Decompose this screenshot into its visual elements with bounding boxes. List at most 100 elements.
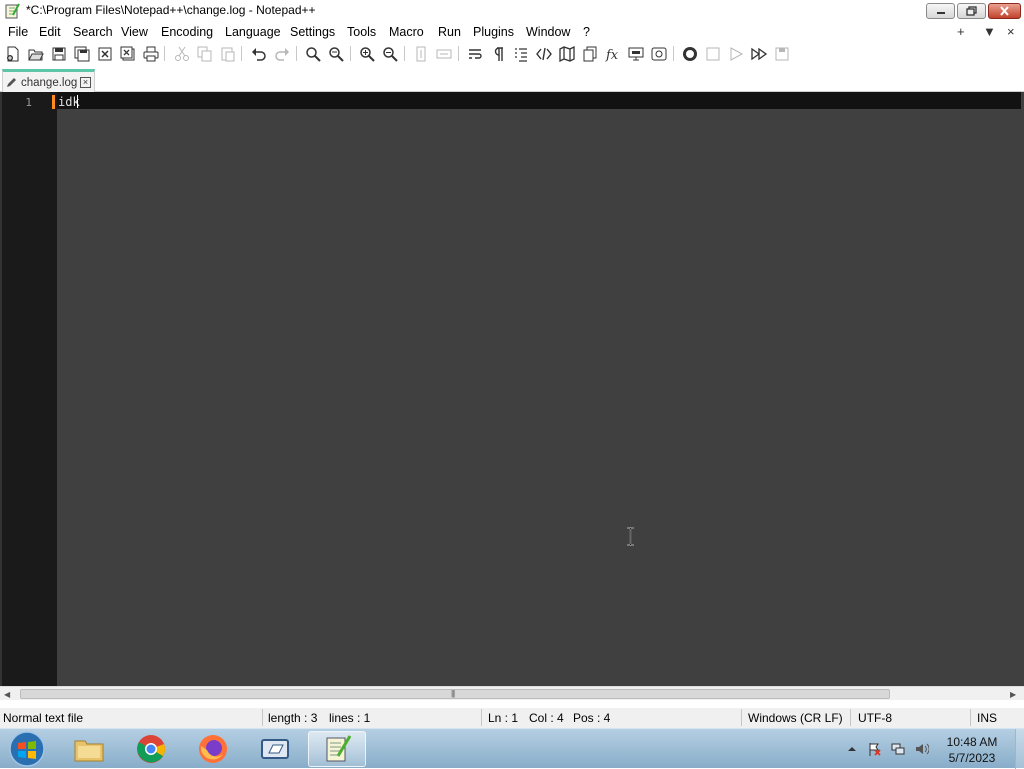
show-all-chars-icon[interactable] bbox=[489, 45, 506, 62]
toolbar-separator bbox=[350, 46, 351, 61]
zoom-out-icon[interactable] bbox=[381, 45, 398, 62]
restore-button[interactable] bbox=[957, 3, 986, 19]
status-insert-mode[interactable]: INS bbox=[977, 711, 997, 725]
status-pos: Pos : 4 bbox=[573, 711, 611, 725]
menu-view[interactable]: View bbox=[121, 25, 148, 39]
undo-icon[interactable] bbox=[250, 45, 267, 62]
menu-macro[interactable]: Macro bbox=[389, 25, 424, 39]
notepad-plus-plus-icon bbox=[326, 735, 352, 762]
cut-icon[interactable] bbox=[173, 45, 190, 62]
scrollbar-grip-icon: ||| bbox=[451, 689, 455, 698]
toolbar-separator bbox=[673, 46, 674, 61]
save-all-icon[interactable] bbox=[73, 45, 90, 62]
status-lines: lines : 1 bbox=[329, 711, 371, 725]
status-separator bbox=[262, 709, 263, 726]
taskbar-notepad-plus-plus[interactable] bbox=[308, 731, 366, 767]
close-tab-button[interactable]: × bbox=[1007, 24, 1015, 39]
word-wrap-icon[interactable] bbox=[466, 45, 483, 62]
menu-window[interactable]: Window bbox=[526, 25, 570, 39]
tab-label: change.log bbox=[21, 77, 78, 89]
taskbar-file-explorer[interactable] bbox=[60, 731, 118, 767]
menu-edit[interactable]: Edit bbox=[39, 25, 61, 39]
tab-list-button[interactable]: ▼ bbox=[983, 24, 996, 39]
document-map-icon[interactable] bbox=[558, 45, 575, 62]
line-number: 1 bbox=[25, 96, 32, 109]
status-encoding[interactable]: UTF-8 bbox=[858, 711, 892, 725]
minimize-button[interactable] bbox=[926, 3, 955, 19]
close-all-icon[interactable] bbox=[119, 45, 136, 62]
menu-plugins[interactable]: Plugins bbox=[473, 25, 514, 39]
print-icon[interactable] bbox=[142, 45, 159, 62]
folder-icon bbox=[74, 740, 104, 762]
menu-search[interactable]: Search bbox=[73, 25, 113, 39]
taskbar: 10:48 AM 5/7/2023 bbox=[0, 728, 1024, 769]
menu-language[interactable]: Language bbox=[225, 25, 281, 39]
taskbar-firefox[interactable] bbox=[184, 731, 242, 767]
sync-vertical-icon[interactable] bbox=[412, 45, 429, 62]
run-macro-multiple-icon[interactable] bbox=[750, 45, 767, 62]
clock-time[interactable]: 10:48 AM bbox=[940, 735, 1004, 749]
sync-horizontal-icon[interactable] bbox=[435, 45, 452, 62]
current-line-highlight bbox=[57, 92, 1021, 109]
function-list-icon[interactable]: fx bbox=[604, 45, 621, 62]
toolbar-separator bbox=[164, 46, 165, 61]
toolbar-separator bbox=[241, 46, 242, 61]
find-icon[interactable] bbox=[304, 45, 321, 62]
menu-encoding[interactable]: Encoding bbox=[161, 25, 213, 39]
line-number-gutter[interactable]: 1 bbox=[0, 92, 57, 686]
folder-as-workspace-icon[interactable] bbox=[627, 45, 644, 62]
taskbar-chrome[interactable] bbox=[122, 731, 180, 767]
horizontal-scrollbar[interactable]: ◀ ||| ▶ bbox=[0, 686, 1024, 700]
minimize-icon bbox=[936, 12, 945, 14]
change-history-marker bbox=[52, 95, 55, 109]
toolbar-separator bbox=[404, 46, 405, 61]
firefox-icon bbox=[199, 735, 227, 763]
scroll-left-arrow-icon[interactable]: ◀ bbox=[4, 690, 10, 699]
status-length: length : 3 bbox=[268, 711, 318, 725]
start-button[interactable] bbox=[0, 731, 54, 767]
zoom-in-icon[interactable] bbox=[358, 45, 375, 62]
play-macro-icon[interactable] bbox=[727, 45, 744, 62]
volume-icon[interactable] bbox=[915, 742, 929, 756]
chrome-icon bbox=[137, 735, 165, 763]
scroll-right-arrow-icon[interactable]: ▶ bbox=[1010, 690, 1016, 699]
text-editor[interactable]: 1 idk bbox=[0, 92, 1024, 686]
new-file-icon[interactable] bbox=[4, 45, 21, 62]
menu-run[interactable]: Run bbox=[438, 25, 461, 39]
pencil-icon bbox=[7, 78, 16, 87]
status-separator bbox=[741, 709, 742, 726]
close-file-icon[interactable] bbox=[96, 45, 113, 62]
restore-icon bbox=[966, 6, 977, 16]
copy-icon[interactable] bbox=[196, 45, 213, 62]
status-eol[interactable]: Windows (CR LF) bbox=[748, 711, 843, 725]
title-bar[interactable]: *C:\Program Files\Notepad++\change.log -… bbox=[0, 0, 1024, 22]
tab-change-log[interactable]: change.log × bbox=[2, 69, 95, 92]
save-macro-icon[interactable] bbox=[773, 45, 790, 62]
monitoring-icon[interactable] bbox=[650, 45, 667, 62]
xml-tag-icon[interactable] bbox=[535, 45, 552, 62]
menu-file[interactable]: File bbox=[8, 25, 28, 39]
scrollbar-thumb[interactable]: ||| bbox=[20, 689, 890, 699]
clock-date[interactable]: 5/7/2023 bbox=[940, 751, 1004, 765]
show-hidden-icons-icon[interactable] bbox=[845, 742, 859, 756]
menu-help[interactable]: ? bbox=[583, 25, 590, 39]
new-tab-button[interactable]: + bbox=[957, 24, 965, 39]
show-desktop-button[interactable] bbox=[1015, 729, 1024, 769]
stop-macro-icon[interactable] bbox=[704, 45, 721, 62]
window-title: *C:\Program Files\Notepad++\change.log -… bbox=[26, 3, 316, 17]
paste-icon[interactable] bbox=[219, 45, 236, 62]
tab-close-button[interactable]: × bbox=[80, 77, 91, 88]
network-icon[interactable] bbox=[891, 742, 905, 756]
close-window-button[interactable] bbox=[988, 3, 1021, 19]
indent-guide-icon[interactable] bbox=[512, 45, 529, 62]
taskbar-app-window[interactable] bbox=[246, 731, 304, 767]
save-icon[interactable] bbox=[50, 45, 67, 62]
redo-icon[interactable] bbox=[273, 45, 290, 62]
record-macro-icon[interactable] bbox=[681, 45, 698, 62]
replace-icon[interactable] bbox=[327, 45, 344, 62]
action-center-flag-icon[interactable] bbox=[867, 742, 881, 756]
document-list-icon[interactable] bbox=[581, 45, 598, 62]
open-file-icon[interactable] bbox=[27, 45, 44, 62]
menu-settings[interactable]: Settings bbox=[290, 25, 335, 39]
menu-tools[interactable]: Tools bbox=[347, 25, 376, 39]
